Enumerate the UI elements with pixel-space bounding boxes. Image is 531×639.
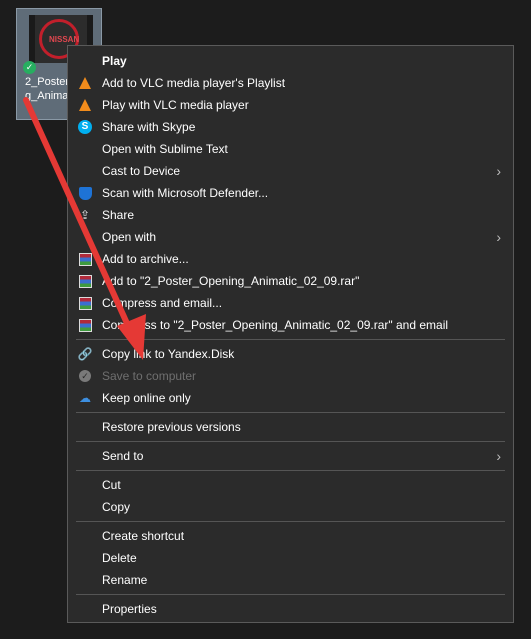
chevron-right-icon: › [496, 448, 501, 464]
menu-item-label: Keep online only [102, 391, 191, 405]
menu-item-properties[interactable]: Properties [68, 598, 513, 620]
menu-item-share[interactable]: ⇪ Share [68, 204, 513, 226]
menu-item-label: Compress to "2_Poster_Opening_Animatic_0… [102, 318, 449, 332]
menu-item-open-with-sublime[interactable]: Open with Sublime Text [68, 138, 513, 160]
share-icon: ⇪ [79, 208, 91, 222]
menu-item-label: Play [102, 54, 127, 68]
winrar-icon [78, 318, 92, 332]
vlc-icon [78, 98, 92, 112]
menu-separator [76, 441, 505, 442]
vlc-icon [78, 76, 92, 90]
menu-item-copy[interactable]: Copy [68, 496, 513, 518]
menu-item-cast-to-device[interactable]: Cast to Device › [68, 160, 513, 182]
menu-item-save-to-computer: ✓ Save to computer [68, 365, 513, 387]
check-circle-icon: ✓ [78, 369, 92, 383]
menu-item-label: Save to computer [102, 369, 197, 383]
menu-item-label: Play with VLC media player [102, 98, 249, 112]
menu-item-scan-with-defender[interactable]: Scan with Microsoft Defender... [68, 182, 513, 204]
menu-item-cut[interactable]: Cut [68, 474, 513, 496]
defender-icon [78, 186, 92, 200]
menu-item-compress-to-rar-and-email[interactable]: Compress to "2_Poster_Opening_Animatic_0… [68, 314, 513, 336]
menu-item-play[interactable]: Play [68, 50, 513, 72]
menu-item-label: Add to archive... [102, 252, 189, 266]
menu-item-compress-and-email[interactable]: Compress and email... [68, 292, 513, 314]
menu-separator [76, 339, 505, 340]
menu-item-label: Create shortcut [102, 529, 185, 543]
menu-item-label: Rename [102, 573, 148, 587]
menu-item-label: Add to "2_Poster_Opening_Animatic_02_09.… [102, 274, 360, 288]
menu-item-label: Share with Skype [102, 120, 196, 134]
menu-item-create-shortcut[interactable]: Create shortcut [68, 525, 513, 547]
menu-item-label: Send to [102, 449, 144, 463]
menu-item-share-with-skype[interactable]: S Share with Skype [68, 116, 513, 138]
menu-item-label: Restore previous versions [102, 420, 241, 434]
menu-separator [76, 470, 505, 471]
menu-item-keep-online-only[interactable]: ☁ Keep online only [68, 387, 513, 409]
menu-item-restore-previous-versions[interactable]: Restore previous versions [68, 416, 513, 438]
winrar-icon [78, 274, 92, 288]
menu-item-label: Copy link to Yandex.Disk [102, 347, 235, 361]
context-menu: Play Add to VLC media player's Playlist … [67, 45, 514, 623]
menu-item-send-to[interactable]: Send to › [68, 445, 513, 467]
menu-separator [76, 412, 505, 413]
skype-icon: S [78, 120, 92, 134]
chevron-right-icon: › [496, 229, 501, 245]
menu-item-label: Delete [102, 551, 137, 565]
menu-item-label: Add to VLC media player's Playlist [102, 76, 286, 90]
thumbnail-brand-text: NISSAN [49, 35, 80, 44]
menu-item-label: Open with [102, 230, 157, 244]
menu-item-label: Cut [102, 478, 121, 492]
menu-item-label: Properties [102, 602, 157, 616]
menu-item-copy-link-yandex[interactable]: 🔗 Copy link to Yandex.Disk [68, 343, 513, 365]
menu-item-add-to-archive[interactable]: Add to archive... [68, 248, 513, 270]
menu-item-label: Compress and email... [102, 296, 223, 310]
winrar-icon [78, 296, 92, 310]
menu-item-open-with[interactable]: Open with › [68, 226, 513, 248]
menu-item-label: Cast to Device [102, 164, 181, 178]
chevron-right-icon: › [496, 163, 501, 179]
sync-status-check-icon: ✓ [23, 61, 36, 74]
menu-item-label: Open with Sublime Text [102, 142, 228, 156]
menu-item-rename[interactable]: Rename [68, 569, 513, 591]
menu-item-delete[interactable]: Delete [68, 547, 513, 569]
menu-separator [76, 521, 505, 522]
link-icon: 🔗 [77, 347, 93, 361]
menu-item-label: Share [102, 208, 135, 222]
menu-item-label: Scan with Microsoft Defender... [102, 186, 269, 200]
menu-separator [76, 594, 505, 595]
cloud-icon: ☁ [79, 391, 91, 405]
menu-item-play-with-vlc[interactable]: Play with VLC media player [68, 94, 513, 116]
winrar-icon [78, 252, 92, 266]
menu-item-add-to-rar[interactable]: Add to "2_Poster_Opening_Animatic_02_09.… [68, 270, 513, 292]
menu-item-add-to-vlc-playlist[interactable]: Add to VLC media player's Playlist [68, 72, 513, 94]
menu-item-label: Copy [102, 500, 131, 514]
